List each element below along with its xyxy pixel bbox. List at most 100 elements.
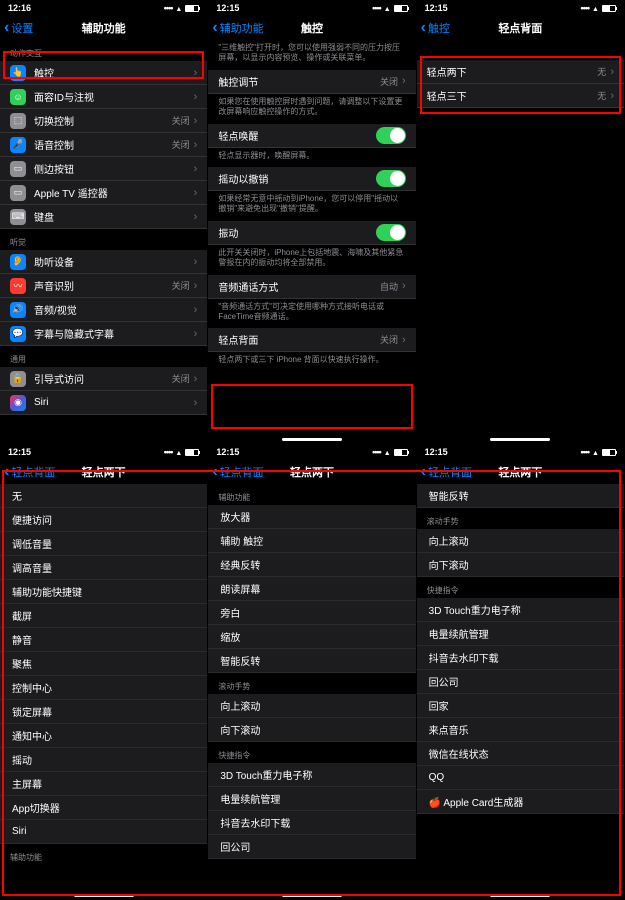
status-bar: 12:16 [0, 0, 207, 16]
chevron-icon [402, 75, 406, 87]
list-item[interactable]: 回公司 [208, 835, 415, 859]
list-item[interactable]: 控制中心 [0, 676, 207, 700]
row-sound-rec[interactable]: 〰 声音识别 关闭 [0, 274, 207, 298]
row-switch-control[interactable]: ⬚ 切换控制 关闭 [0, 109, 207, 133]
section-header: 动作交互 [0, 40, 207, 61]
home-indicator[interactable] [490, 894, 550, 897]
section-header: 快捷指令 [417, 577, 624, 598]
row-faceid[interactable]: ☺ 面容ID与注视 [0, 85, 207, 109]
list-item[interactable]: 向上滚动 [417, 529, 624, 553]
row-shake-undo[interactable]: 摇动以撤销 [208, 167, 415, 191]
list-item[interactable]: 辅助 触控 [208, 529, 415, 553]
list-item[interactable]: 来点音乐 [417, 718, 624, 742]
list-item[interactable]: 静音 [0, 628, 207, 652]
home-indicator[interactable] [74, 894, 134, 897]
back-button[interactable]: 轻点背面 [4, 464, 55, 480]
list-item[interactable]: 调低音量 [0, 532, 207, 556]
list-item[interactable]: 3D Touch重力电子称 [208, 763, 415, 787]
list-item[interactable]: 回家 [417, 694, 624, 718]
content: 智能反转滚动手势向上滚动向下滚动快捷指令3D Touch重力电子称电量续航管理抖… [417, 484, 624, 900]
list-item[interactable]: 聚焦 [0, 652, 207, 676]
row-voice-control[interactable]: 🎤 语音控制 关闭 [0, 133, 207, 157]
list-item[interactable]: 辅助功能快捷键 [0, 580, 207, 604]
guided-icon: 🔒 [10, 371, 26, 387]
list-item[interactable]: 摇动 [0, 748, 207, 772]
list-item[interactable]: 截屏 [0, 604, 207, 628]
row-side-button[interactable]: ▭ 侧边按钮 [0, 157, 207, 181]
list-item[interactable]: 放大器 [208, 505, 415, 529]
back-button[interactable]: 轻点背面 [421, 464, 472, 480]
row-guided[interactable]: 🔒 引导式访问 关闭 [0, 367, 207, 391]
row-touch[interactable]: 👆 触控 [0, 61, 207, 85]
list-item[interactable]: 锁定屏幕 [0, 700, 207, 724]
chevron-icon [194, 373, 198, 385]
list-item[interactable]: 经典反转 [208, 553, 415, 577]
list-item[interactable]: QQ [417, 766, 624, 790]
chevron-icon [402, 334, 406, 346]
panel-doubletap-1: 12:15 轻点背面 轻点两下 无便捷访问调低音量调高音量辅助功能快捷键截屏静音… [0, 444, 208, 900]
row-apple-tv[interactable]: ▭ Apple TV 遥控器 [0, 181, 207, 205]
list-item[interactable]: 向下滚动 [208, 718, 415, 742]
list-item[interactable]: 无 [0, 484, 207, 508]
list-item[interactable]: 电量续航管理 [417, 622, 624, 646]
toggle-on[interactable] [376, 224, 406, 241]
list-item[interactable]: 朗读屏幕 [208, 577, 415, 601]
row-back-tap[interactable]: 轻点背面 关闭 [208, 328, 415, 352]
navbar: 设置 辅助功能 [0, 16, 207, 40]
row-touch-accom[interactable]: 触控调节 关闭 [208, 70, 415, 94]
back-button[interactable]: 辅助功能 [212, 20, 263, 36]
list-item[interactable]: 🍎 Apple Card生成器 [417, 790, 624, 814]
home-indicator[interactable] [490, 438, 550, 441]
list-item[interactable]: 调高音量 [0, 556, 207, 580]
row-triple-tap[interactable]: 轻点三下 无 [417, 84, 624, 108]
list-item[interactable]: 智能反转 [208, 649, 415, 673]
list-item[interactable]: 向上滚动 [208, 694, 415, 718]
list-item[interactable]: Siri [0, 820, 207, 844]
row-double-tap[interactable]: 轻点两下 无 [417, 60, 624, 84]
row-hearing[interactable]: 👂 助听设备 [0, 250, 207, 274]
status-bar: 12:15 [0, 444, 207, 460]
list-item[interactable]: 抖音去水印下载 [208, 811, 415, 835]
row-vibration[interactable]: 振动 [208, 221, 415, 245]
desc: 轻点两下或三下 iPhone 背面以快速执行操作。 [208, 352, 415, 371]
toggle-on[interactable] [376, 127, 406, 144]
list-item[interactable]: 电量续航管理 [208, 787, 415, 811]
row-keyboard[interactable]: ⌨ 键盘 [0, 205, 207, 229]
status-bar: 12:15 [417, 0, 624, 16]
home-indicator[interactable] [282, 438, 342, 441]
chevron-icon [194, 163, 198, 175]
sound-icon: 〰 [10, 278, 26, 294]
row-audio-mode[interactable]: 音频通话方式 自动 [208, 275, 415, 299]
back-button[interactable]: 设置 [4, 20, 33, 36]
status-bar: 12:15 [417, 444, 624, 460]
list-item[interactable]: 回公司 [417, 670, 624, 694]
list-item[interactable]: 主屏幕 [0, 772, 207, 796]
row-av[interactable]: 🔊 音频/视觉 [0, 298, 207, 322]
list-item[interactable]: 旁白 [208, 601, 415, 625]
section-header: 通用 [0, 346, 207, 367]
chevron-icon [610, 66, 614, 78]
list-item[interactable]: 智能反转 [417, 484, 624, 508]
chevron-icon [194, 304, 198, 316]
status-icons [164, 3, 200, 13]
list-item[interactable]: 通知中心 [0, 724, 207, 748]
desc: 此开关关闭时，iPhone上包括地震、海啸及其他紧急警报在内的振动均将全部禁用。 [208, 245, 415, 275]
section-header: 听觉 [0, 229, 207, 250]
list-item[interactable]: 微信在线状态 [417, 742, 624, 766]
toggle-on[interactable] [376, 170, 406, 187]
list-item[interactable]: App切换器 [0, 796, 207, 820]
panel-doubletap-2: 12:15 轻点背面 轻点两下 辅助功能放大器辅助 触控经典反转朗读屏幕旁白缩放… [208, 444, 416, 900]
home-indicator[interactable] [282, 894, 342, 897]
section-header: 快捷指令 [208, 742, 415, 763]
row-tap-wake[interactable]: 轻点唤醒 [208, 124, 415, 148]
list-item[interactable]: 缩放 [208, 625, 415, 649]
row-subtitles[interactable]: 💬 字幕与隐藏式字幕 [0, 322, 207, 346]
back-button[interactable]: 触控 [421, 20, 450, 36]
touch-icon: 👆 [10, 65, 26, 81]
back-button[interactable]: 轻点背面 [212, 464, 263, 480]
list-item[interactable]: 向下滚动 [417, 553, 624, 577]
list-item[interactable]: 抖音去水印下载 [417, 646, 624, 670]
list-item[interactable]: 3D Touch重力电子称 [417, 598, 624, 622]
list-item[interactable]: 便捷访问 [0, 508, 207, 532]
row-siri[interactable]: ◉ Siri [0, 391, 207, 415]
